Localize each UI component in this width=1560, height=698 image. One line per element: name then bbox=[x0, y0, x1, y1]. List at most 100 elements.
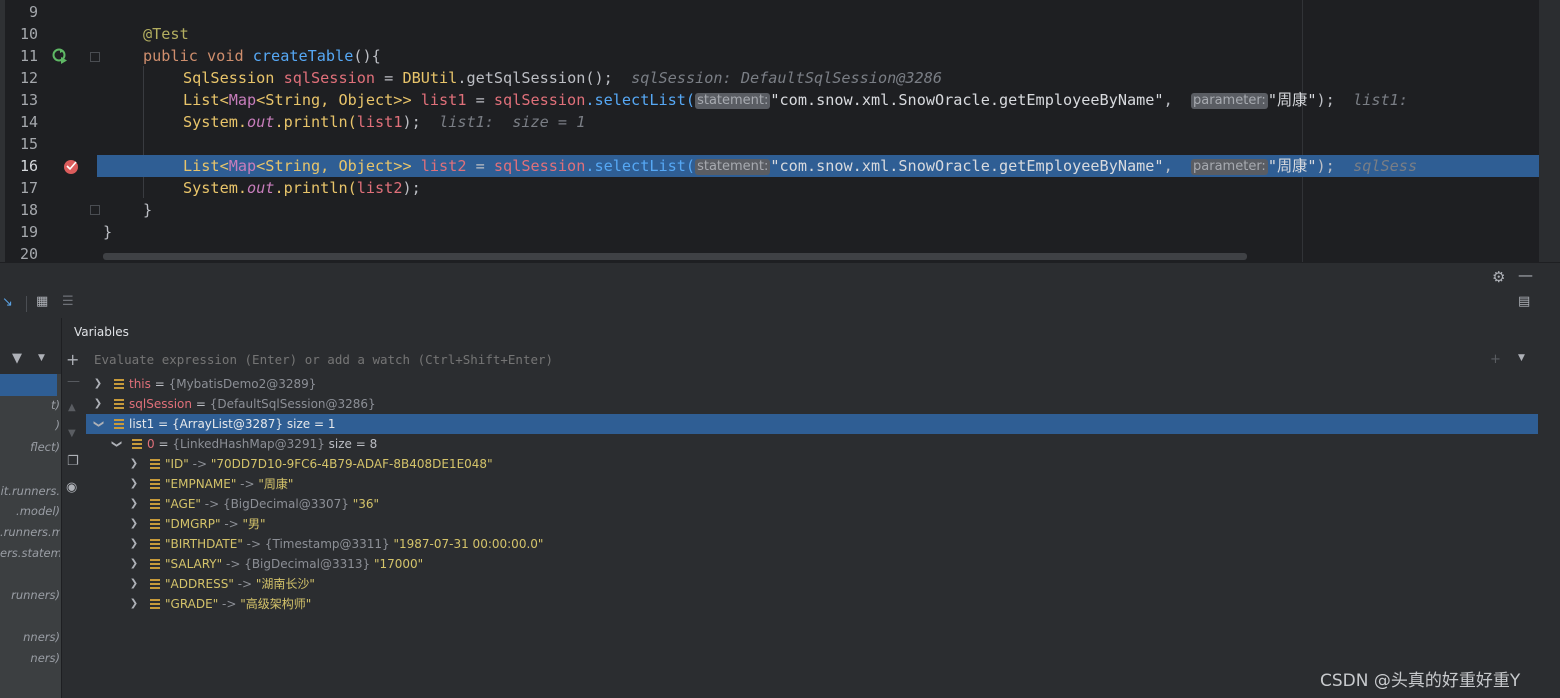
code-editor[interactable]: 9 10 11 12 13 14 15 16 17 18 19 20 @Test… bbox=[0, 0, 1560, 262]
chevron-right-icon[interactable]: ❯ bbox=[128, 474, 140, 494]
map-entry-id[interactable]: ❯ "ID" -> "70DD7D10-9FC6-4B79-ADAF-8B408… bbox=[86, 454, 1538, 474]
frame-item[interactable]: t) bbox=[0, 395, 60, 415]
code-line-11[interactable]: public void createTable(){ bbox=[97, 45, 1540, 67]
debug-tool-window-header: ⚙ — bbox=[0, 262, 1560, 291]
chevron-down-icon[interactable]: ❯ bbox=[106, 438, 126, 450]
map-value: "男" bbox=[242, 517, 266, 531]
frame-item[interactable]: ers.stateme bbox=[0, 543, 60, 563]
static-field: out bbox=[247, 179, 275, 197]
list-view-icon[interactable]: ☰ bbox=[62, 294, 74, 309]
variable-name: this bbox=[129, 377, 151, 391]
map-entry-empname[interactable]: ❯ "EMPNAME" -> "周康" bbox=[86, 474, 1538, 494]
frame-item[interactable]: ners) bbox=[0, 648, 60, 668]
evaluate-expression-input[interactable] bbox=[94, 352, 1094, 367]
variable-value: {MybatisDemo2@3289} bbox=[168, 377, 317, 391]
frame-item[interactable]: it.runners. bbox=[0, 481, 60, 501]
code-text: } bbox=[103, 223, 113, 241]
frame-item[interactable]: runners) bbox=[0, 585, 60, 605]
type-name: <String, Object>> bbox=[256, 157, 421, 175]
chevron-right-icon[interactable]: ❯ bbox=[128, 594, 140, 614]
map-entry-salary[interactable]: ❯ "SALARY" -> {BigDecimal@3313} "17000" bbox=[86, 554, 1538, 574]
line-11: 11 bbox=[0, 45, 100, 67]
variables-tree[interactable]: ❯ this = {MybatisDemo2@3289} ❯ sqlSessio… bbox=[86, 374, 1538, 698]
tree-node-sqlsession[interactable]: ❯ sqlSession = {DefaultSqlSession@3286} bbox=[86, 394, 1538, 414]
code-line-14[interactable]: System.out.println(list1); list1: size =… bbox=[97, 111, 1540, 133]
remove-watch-icon[interactable]: — bbox=[67, 374, 80, 389]
tree-node-this[interactable]: ❯ this = {MybatisDemo2@3289} bbox=[86, 374, 1538, 394]
filter-icon[interactable]: ▼ bbox=[12, 351, 22, 366]
add-to-watches-icon[interactable]: + bbox=[1490, 352, 1501, 367]
chevron-down-icon[interactable]: ▼ bbox=[1518, 353, 1525, 363]
gear-icon[interactable]: ⚙ bbox=[1492, 268, 1505, 286]
tree-node-label: sqlSession = {DefaultSqlSession@3286} bbox=[129, 394, 376, 414]
variable: sqlSession bbox=[493, 91, 586, 109]
frame-item[interactable]: .model) bbox=[0, 501, 60, 521]
tree-node-label: "BIRTHDATE" -> {Timestamp@3311} "1987-07… bbox=[165, 534, 543, 554]
chevron-down-icon[interactable]: ▼ bbox=[38, 353, 45, 363]
map-entry-age[interactable]: ❯ "AGE" -> {BigDecimal@3307} "36" bbox=[86, 494, 1538, 514]
frame-item[interactable]: flect) bbox=[0, 437, 60, 457]
add-watch-icon[interactable]: + bbox=[66, 350, 79, 369]
line-17: 17 bbox=[0, 177, 97, 199]
chevron-right-icon[interactable]: ❯ bbox=[128, 494, 140, 514]
move-up-icon[interactable]: ▲ bbox=[68, 402, 76, 413]
code-line-12[interactable]: SqlSession sqlSession = DBUtil.getSqlSes… bbox=[97, 67, 1540, 89]
code-line-17[interactable]: System.out.println(list2); bbox=[97, 177, 1540, 199]
step-into-icon[interactable]: ↘ bbox=[2, 295, 13, 310]
move-down-icon[interactable]: ▼ bbox=[68, 428, 76, 439]
string-literal: "周康" bbox=[1267, 91, 1317, 109]
horizontal-scrollbar[interactable] bbox=[103, 253, 1247, 260]
chevron-right-icon[interactable]: ❯ bbox=[128, 574, 140, 594]
variable: list2 bbox=[356, 179, 403, 197]
code-line-19[interactable]: } bbox=[97, 221, 1540, 243]
map-value: "70DD7D10-9FC6-4B79-ADAF-8B408DE1E048" bbox=[210, 457, 493, 471]
chevron-down-icon[interactable]: ❯ bbox=[88, 418, 108, 430]
chevron-right-icon[interactable]: ❯ bbox=[128, 454, 140, 474]
tree-node-index-0[interactable]: ❯ 0 = {LinkedHashMap@3291} size = 8 bbox=[86, 434, 1538, 454]
map-key: "GRADE" bbox=[165, 597, 219, 611]
class-name: System. bbox=[183, 179, 248, 197]
chevron-right-icon[interactable]: ❯ bbox=[92, 374, 104, 394]
frame-item[interactable]: ) bbox=[0, 415, 61, 435]
chevron-right-icon[interactable]: ❯ bbox=[128, 534, 140, 554]
tree-node-list1[interactable]: ❯ list1 = {ArrayList@3287} size = 1 bbox=[86, 414, 1538, 434]
frame-item[interactable]: nners) bbox=[0, 627, 60, 647]
map-entry-icon bbox=[150, 499, 160, 509]
line-15: 15 bbox=[0, 133, 97, 155]
map-entry-grade[interactable]: ❯ "GRADE" -> "高级架构师" bbox=[86, 594, 1538, 614]
breakpoint-icon[interactable] bbox=[63, 158, 80, 175]
map-arrow: -> bbox=[200, 497, 223, 511]
layout-options-icon[interactable]: ▤ bbox=[1518, 294, 1530, 309]
vertical-scrollbar[interactable] bbox=[1539, 0, 1560, 262]
line-number: 16 bbox=[19, 157, 38, 175]
chevron-right-icon[interactable]: ❯ bbox=[128, 554, 140, 574]
code-line-10[interactable]: @Test bbox=[97, 23, 1540, 45]
chevron-right-icon[interactable]: ❯ bbox=[92, 394, 104, 414]
map-key: "ADDRESS" bbox=[165, 577, 234, 591]
selected-frame[interactable] bbox=[0, 374, 57, 396]
map-entry-address[interactable]: ❯ "ADDRESS" -> "湖南长沙" bbox=[86, 574, 1538, 594]
eye-icon[interactable]: ◉ bbox=[66, 480, 77, 495]
map-entry-dmgrp[interactable]: ❯ "DMGRP" -> "男" bbox=[86, 514, 1538, 534]
code-text: .getSqlSession(); bbox=[457, 69, 613, 87]
parameter-hint: parameter: bbox=[1191, 159, 1268, 175]
annotation: @Test bbox=[143, 25, 189, 43]
variables-scrollbar[interactable] bbox=[1539, 374, 1560, 698]
table-view-icon[interactable]: ▦ bbox=[36, 294, 48, 309]
code-line-18[interactable]: } bbox=[97, 199, 1540, 221]
type-name: List< bbox=[183, 91, 229, 109]
code-line-16-execution-point[interactable]: List<Map<String, Object>> list2 = sqlSes… bbox=[97, 155, 1540, 177]
chevron-right-icon[interactable]: ❯ bbox=[128, 514, 140, 534]
watermark: CSDN @头真的好重好重Y bbox=[1320, 671, 1521, 691]
field-icon bbox=[132, 439, 142, 449]
variable-value: {LinkedHashMap@3291} bbox=[172, 437, 325, 451]
frames-list[interactable]: t) ) flect) it.runners. .model) .runners… bbox=[0, 374, 61, 698]
map-entry-birthdate[interactable]: ❯ "BIRTHDATE" -> {Timestamp@3311} "1987-… bbox=[86, 534, 1538, 554]
type-name: List< bbox=[183, 157, 229, 175]
minimize-icon[interactable]: — bbox=[1518, 266, 1533, 284]
code-line-13[interactable]: List<Map<String, Object>> list1 = sqlSes… bbox=[97, 89, 1540, 111]
frame-item[interactable]: .runners.m bbox=[0, 522, 60, 542]
evaluate-expression-bar: + ▼ bbox=[86, 346, 1538, 375]
copy-icon[interactable]: ❐ bbox=[67, 454, 79, 469]
run-test-icon[interactable] bbox=[52, 48, 68, 64]
